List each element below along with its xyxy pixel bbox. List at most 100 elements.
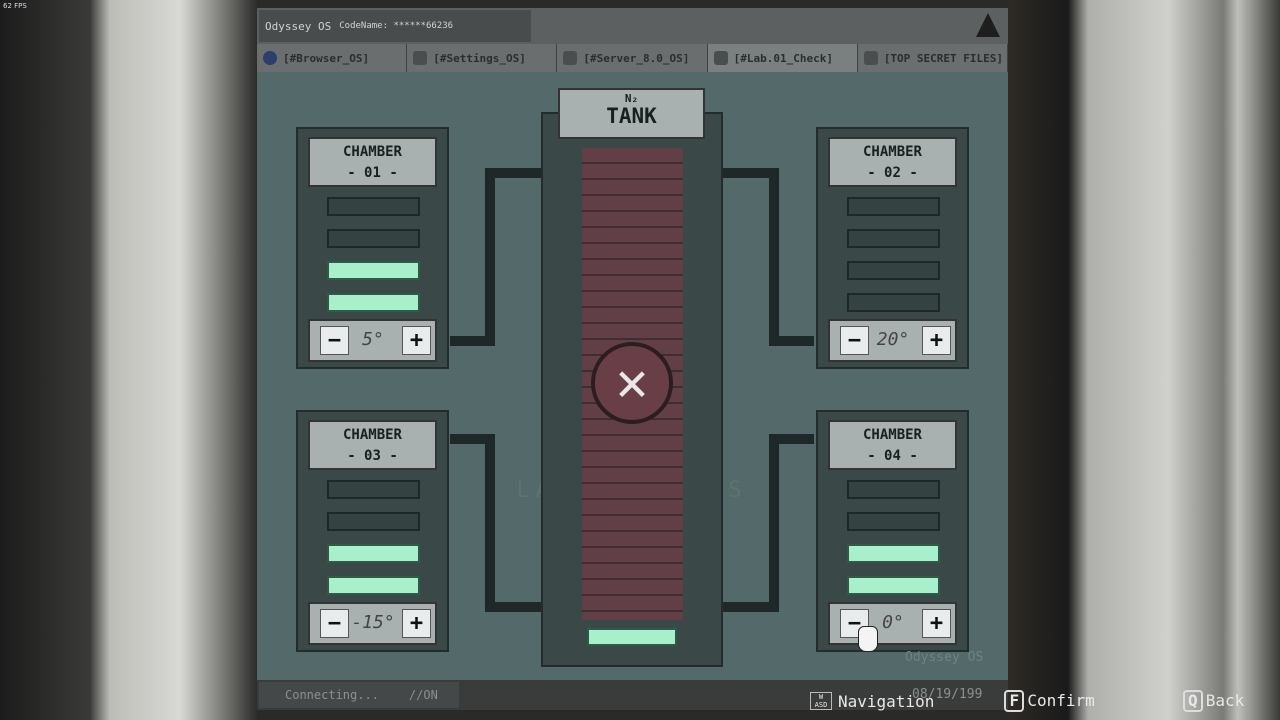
level-bar bbox=[327, 576, 420, 595]
confirm-hint[interactable]: F Confirm bbox=[1004, 690, 1095, 712]
background-scene-left bbox=[0, 0, 257, 720]
minus-button[interactable]: − bbox=[320, 326, 349, 355]
connector bbox=[723, 168, 779, 178]
level-bar bbox=[847, 512, 940, 531]
lab-icon bbox=[713, 51, 728, 65]
level-bar bbox=[327, 293, 420, 312]
codename: CodeName: ******66236 bbox=[339, 21, 453, 31]
connector bbox=[723, 602, 779, 612]
connector bbox=[769, 336, 814, 346]
connector bbox=[485, 434, 495, 612]
chamber-header: CHAMBER - 01 - bbox=[308, 137, 437, 187]
chamber-header: CHAMBER - 02 - bbox=[828, 137, 957, 187]
hand-cursor-icon bbox=[858, 626, 878, 652]
chamber-header: CHAMBER - 04 - bbox=[828, 420, 957, 470]
os-window: Odyssey OS CodeName: ******66236 [#Brows… bbox=[257, 8, 1009, 710]
chamber-header: CHAMBER - 03 - bbox=[308, 420, 437, 470]
chamber-title: CHAMBER bbox=[342, 427, 402, 443]
chamber-title: CHAMBER bbox=[342, 144, 402, 160]
tab-browser[interactable]: [#Browser_OS] bbox=[257, 44, 408, 72]
minus-button[interactable]: − bbox=[840, 326, 869, 355]
level-bar bbox=[847, 197, 940, 216]
tank-header: N₂ TANK bbox=[558, 88, 705, 139]
temperature-value: -15° bbox=[351, 612, 395, 633]
connector bbox=[769, 168, 779, 346]
level-bar bbox=[327, 480, 420, 499]
chamber-1: CHAMBER - 01 - −5° + bbox=[296, 127, 449, 369]
connector bbox=[450, 336, 495, 346]
tab-label: [#Settings_OS] bbox=[433, 51, 526, 65]
minus-button[interactable]: − bbox=[320, 609, 349, 638]
os-name: Odyssey OS bbox=[265, 19, 332, 33]
level-bar bbox=[847, 480, 940, 499]
level-bar bbox=[847, 544, 940, 563]
chamber-number: - 04 - bbox=[867, 448, 918, 464]
level-bar bbox=[847, 576, 940, 595]
temperature-control: −0° + bbox=[828, 602, 957, 645]
temperature-value: 20° bbox=[876, 329, 910, 350]
back-hint[interactable]: Q Back bbox=[1182, 690, 1245, 712]
background-scene-right bbox=[1008, 0, 1280, 720]
tab-lab-check[interactable]: [#Lab.01_Check] bbox=[707, 44, 858, 72]
plus-button[interactable]: + bbox=[922, 326, 951, 355]
settings-icon bbox=[413, 51, 428, 65]
control-hints: W ASD Navigation F Confirm Q Back bbox=[810, 686, 1244, 716]
back-label: Back bbox=[1205, 691, 1245, 710]
connection-status: Connecting... //ON bbox=[259, 682, 459, 708]
codename-label: CodeName: bbox=[339, 21, 389, 31]
connector bbox=[485, 602, 541, 612]
chamber-title: CHAMBER bbox=[862, 144, 922, 160]
plus-button[interactable]: + bbox=[402, 326, 431, 355]
temperature-control: −5° + bbox=[308, 319, 437, 362]
connector bbox=[485, 168, 495, 346]
tab-server[interactable]: [#Server_8.0_OS] bbox=[557, 44, 708, 72]
tab-top-secret-files[interactable]: [TOP SECRET FILES] bbox=[857, 44, 1009, 72]
level-bar bbox=[327, 261, 420, 280]
tank-indicator bbox=[587, 628, 677, 646]
chamber-number: - 01 - bbox=[347, 165, 398, 181]
mode-text: //ON bbox=[408, 688, 438, 702]
lock-icon bbox=[863, 51, 878, 65]
navigation-label: Navigation bbox=[838, 691, 935, 711]
chamber-number: - 02 - bbox=[867, 165, 918, 181]
temperature-control: − -15° + bbox=[308, 602, 437, 645]
temperature-value: 5° bbox=[362, 329, 384, 350]
tab-bar: [#Browser_OS] [#Settings_OS] [#Server_8.… bbox=[257, 44, 1009, 72]
tab-label: [#Browser_OS] bbox=[283, 51, 370, 65]
chamber-2: CHAMBER - 02 - −20° + bbox=[816, 127, 969, 369]
close-icon[interactable]: ✕ bbox=[591, 342, 673, 424]
f-key-icon: F bbox=[1004, 690, 1025, 712]
chamber-3: CHAMBER - 03 - − -15° + bbox=[296, 410, 449, 652]
fps-counter: 62 FPS bbox=[3, 2, 27, 10]
connecting-text: Connecting... bbox=[285, 688, 379, 702]
tab-label: [#Lab.01_Check] bbox=[733, 51, 833, 65]
connector bbox=[769, 434, 814, 444]
title-bar: Odyssey OS CodeName: ******66236 bbox=[257, 8, 1008, 44]
level-bar bbox=[327, 197, 420, 216]
tab-label: [TOP SECRET FILES] bbox=[883, 51, 1004, 65]
level-bar bbox=[847, 229, 940, 248]
title-box: Odyssey OS CodeName: ******66236 bbox=[259, 10, 531, 42]
q-key-icon: Q bbox=[1182, 690, 1203, 712]
level-bar bbox=[847, 261, 940, 280]
connector bbox=[769, 434, 779, 612]
plus-button[interactable]: + bbox=[922, 609, 951, 638]
confirm-label: Confirm bbox=[1027, 691, 1095, 710]
globe-icon bbox=[263, 51, 277, 65]
level-bar bbox=[327, 229, 420, 248]
level-bar bbox=[327, 544, 420, 563]
aegis-logo-icon bbox=[976, 13, 1000, 37]
level-bar bbox=[847, 293, 940, 312]
chamber-title: CHAMBER bbox=[862, 427, 922, 443]
chamber-4: CHAMBER - 04 - −0° + bbox=[816, 410, 969, 652]
chamber-number: - 03 - bbox=[347, 448, 398, 464]
server-icon bbox=[563, 51, 578, 65]
plus-button[interactable]: + bbox=[402, 609, 431, 638]
connector bbox=[485, 168, 541, 178]
tab-settings[interactable]: [#Settings_OS] bbox=[407, 44, 558, 72]
level-bar bbox=[327, 512, 420, 531]
os-watermark: Odyssey OS bbox=[905, 650, 984, 665]
tab-label: [#Server_8.0_OS] bbox=[583, 51, 690, 65]
wasd-icon: W ASD bbox=[810, 692, 832, 710]
codename-value: ******66236 bbox=[393, 21, 454, 31]
